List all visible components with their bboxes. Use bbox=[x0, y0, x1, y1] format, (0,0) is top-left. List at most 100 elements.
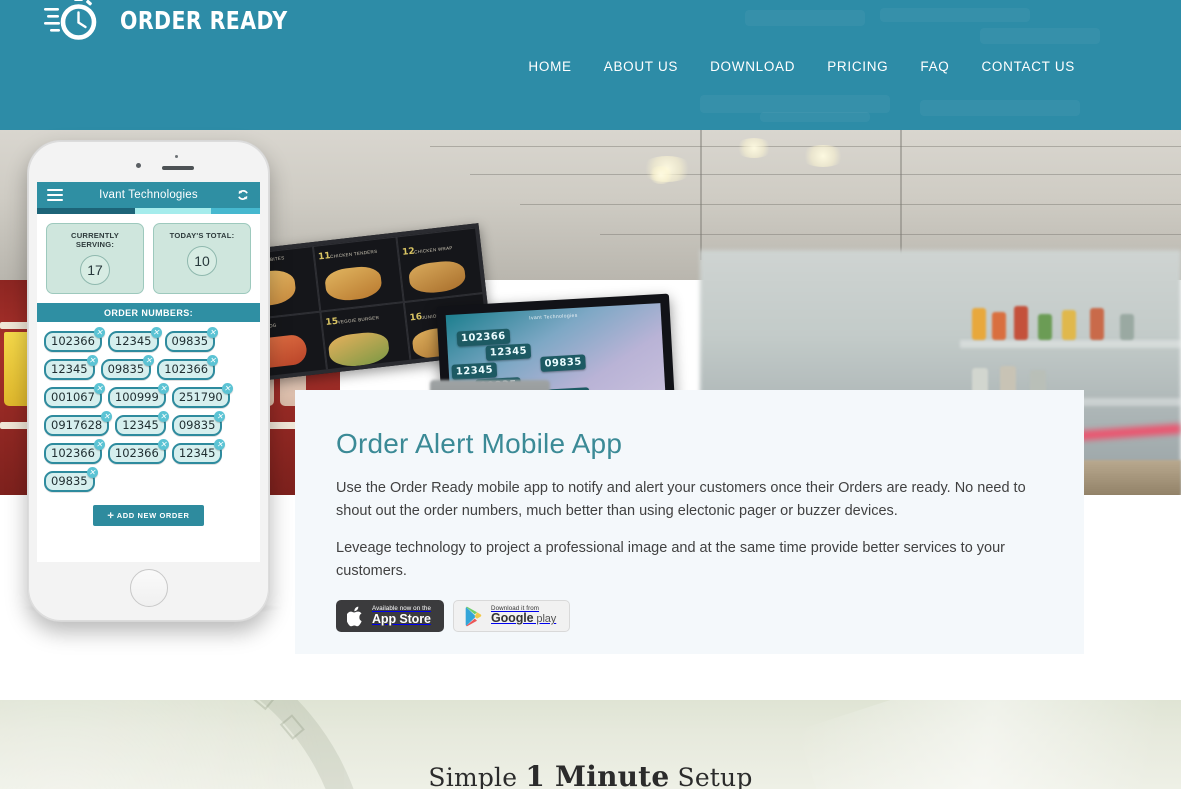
order-chip-label: 12345 bbox=[122, 418, 159, 432]
app-store-badge[interactable]: Available now on the App Store bbox=[336, 600, 444, 632]
shelf bbox=[960, 340, 1181, 348]
bottle bbox=[992, 312, 1006, 340]
close-icon[interactable]: ✕ bbox=[221, 383, 233, 394]
ceiling-light bbox=[648, 166, 674, 184]
close-icon[interactable]: ✕ bbox=[207, 327, 219, 338]
order-chip-label: 251790 bbox=[178, 390, 223, 404]
app-store-text: Available now on the App Store bbox=[372, 606, 431, 626]
close-icon[interactable]: ✕ bbox=[150, 327, 162, 338]
order-chip[interactable]: 12345 ✕ bbox=[115, 411, 169, 436]
order-chip-label: 100999 bbox=[114, 390, 159, 404]
close-icon[interactable]: ✕ bbox=[143, 355, 155, 366]
close-icon[interactable]: ✕ bbox=[214, 439, 226, 450]
progress-segment bbox=[135, 208, 211, 214]
feature-card: Order Alert Mobile App Use the Order Rea… bbox=[295, 390, 1084, 654]
google-play-text: Download it from Google play bbox=[491, 605, 556, 626]
nav-item-home[interactable]: HOME bbox=[512, 55, 587, 78]
site-header: ORDER READY HOME ABOUT US DOWNLOAD PRICI… bbox=[0, 0, 1181, 130]
order-chip[interactable]: 12345 ✕ bbox=[44, 355, 98, 380]
close-icon[interactable]: ✕ bbox=[207, 355, 219, 366]
close-icon[interactable]: ✕ bbox=[157, 411, 169, 422]
order-chip-label: 0917628 bbox=[51, 418, 103, 432]
phone-mockup: Ivant Technologies CURRENTLY SERVING: 17 bbox=[27, 140, 270, 622]
phone-screen: Ivant Technologies CURRENTLY SERVING: 17 bbox=[37, 182, 260, 562]
close-icon[interactable]: ✕ bbox=[93, 327, 105, 338]
close-icon[interactable]: ✕ bbox=[86, 467, 98, 478]
close-icon[interactable]: ✕ bbox=[157, 439, 169, 450]
close-icon[interactable]: ✕ bbox=[214, 411, 226, 422]
add-new-order-button[interactable]: ✛ ADD NEW ORDER bbox=[93, 505, 204, 526]
close-icon[interactable]: ✕ bbox=[93, 439, 105, 450]
close-icon[interactable]: ✕ bbox=[157, 383, 169, 394]
feature-paragraph-2: Leveage technology to project a professi… bbox=[336, 540, 1005, 579]
app-store-big-text: App Store bbox=[372, 611, 431, 626]
ceiling-line bbox=[520, 204, 1181, 205]
tv-order-chip: 09835 bbox=[540, 354, 587, 372]
stopwatch-icon bbox=[44, 0, 97, 40]
order-chip[interactable]: 12345 ✕ bbox=[107, 327, 162, 352]
stat-card-currently-serving: CURRENTLY SERVING: 17 bbox=[46, 223, 144, 294]
stat-value: 10 bbox=[187, 246, 217, 276]
bottle bbox=[972, 308, 986, 340]
order-chip[interactable]: 001067 ✕ bbox=[44, 383, 105, 408]
nav-item-pricing[interactable]: PRICING bbox=[811, 55, 904, 78]
nav-item-faq[interactable]: FAQ bbox=[904, 55, 965, 78]
header-watermark bbox=[760, 112, 870, 122]
menu-item-number: 12 bbox=[401, 246, 416, 258]
stat-card-todays-total: TODAY'S TOTAL: 10 bbox=[153, 223, 251, 294]
tv-order-chip: 102366 bbox=[456, 328, 511, 347]
stat-value: 17 bbox=[80, 255, 110, 285]
header-watermark bbox=[880, 8, 1030, 22]
refresh-icon[interactable] bbox=[236, 188, 250, 202]
ceiling-light bbox=[800, 145, 846, 167]
header-watermark bbox=[980, 28, 1100, 44]
close-icon[interactable]: ✕ bbox=[86, 355, 98, 366]
app-stats: CURRENTLY SERVING: 17 TODAY'S TOTAL: 10 bbox=[37, 214, 260, 300]
page-root: ORDER READY HOME ABOUT US DOWNLOAD PRICI… bbox=[0, 0, 1181, 789]
setup-heading-prefix: Simple bbox=[428, 763, 526, 789]
order-chip[interactable]: 100999 ✕ bbox=[107, 383, 169, 408]
tv-order-chip: 12345 bbox=[485, 343, 532, 361]
order-chip-label: 12345 bbox=[114, 334, 152, 348]
order-chip-label: 09835 bbox=[178, 418, 216, 432]
menu-item-number: 11 bbox=[317, 251, 332, 263]
nav-item-contact-us[interactable]: CONTACT US bbox=[965, 55, 1091, 78]
order-chip[interactable]: 0917628 ✕ bbox=[44, 411, 113, 436]
order-chip[interactable]: 09835 ✕ bbox=[100, 355, 155, 380]
google-play-big-text: Google play bbox=[491, 612, 556, 626]
order-chip[interactable]: 09835 ✕ bbox=[171, 411, 226, 436]
order-chip[interactable]: 102366 ✕ bbox=[44, 327, 105, 352]
google-play-badge[interactable]: Download it from Google play bbox=[453, 600, 571, 632]
nav-item-about-us[interactable]: ABOUT US bbox=[588, 55, 694, 78]
store-badges: Available now on the App Store Download … bbox=[336, 600, 1038, 632]
phone-speaker bbox=[162, 166, 194, 170]
add-order-container: ✛ ADD NEW ORDER bbox=[37, 505, 260, 526]
progress-segment bbox=[210, 208, 260, 214]
order-chip[interactable]: 12345 ✕ bbox=[171, 439, 226, 464]
order-chip[interactable]: 102366 ✕ bbox=[44, 439, 105, 464]
order-chip-label: 09835 bbox=[51, 474, 88, 488]
close-icon[interactable]: ✕ bbox=[93, 383, 105, 394]
phone-home-button[interactable] bbox=[129, 569, 168, 607]
hamburger-icon[interactable] bbox=[47, 189, 63, 201]
close-icon[interactable]: ✕ bbox=[101, 411, 113, 422]
ceiling-line bbox=[600, 234, 1181, 235]
ceiling-line bbox=[700, 130, 702, 260]
phone-camera bbox=[136, 163, 141, 168]
bottle bbox=[1014, 306, 1028, 340]
bottle bbox=[1062, 310, 1076, 340]
order-chip[interactable]: 102366 ✕ bbox=[157, 355, 219, 380]
brand-logo[interactable]: ORDER READY bbox=[44, 0, 325, 48]
white-spacer bbox=[0, 654, 1181, 700]
apple-icon bbox=[347, 606, 362, 626]
order-chip-label: 09835 bbox=[107, 362, 145, 376]
bottle bbox=[1038, 314, 1052, 340]
order-chip-label: 102366 bbox=[164, 362, 209, 376]
order-chip[interactable]: 09835 ✕ bbox=[44, 467, 98, 492]
order-chip[interactable]: 09835 ✕ bbox=[164, 327, 219, 352]
play-word: play bbox=[533, 613, 557, 626]
order-chip[interactable]: 251790 ✕ bbox=[171, 383, 233, 408]
app-title: Ivant Technologies bbox=[99, 189, 198, 201]
nav-item-download[interactable]: DOWNLOAD bbox=[694, 55, 811, 78]
order-chip[interactable]: 102366 ✕ bbox=[107, 439, 169, 464]
